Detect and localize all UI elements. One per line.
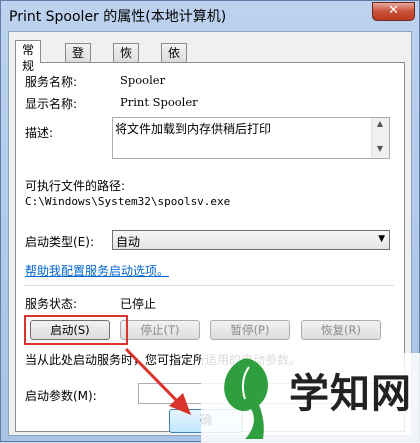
watermark-text: 学知网 bbox=[289, 371, 412, 417]
properties-window: Print Spooler 的属性(本地计算机) ✕ 常规 登录 恢复 依存关系… bbox=[0, 0, 420, 443]
arrow-shaft bbox=[124, 347, 181, 405]
tab-general[interactable]: 常规 bbox=[15, 40, 42, 73]
watermark: 学知网 bbox=[201, 353, 420, 443]
leaf-head-logo-icon bbox=[224, 358, 268, 439]
